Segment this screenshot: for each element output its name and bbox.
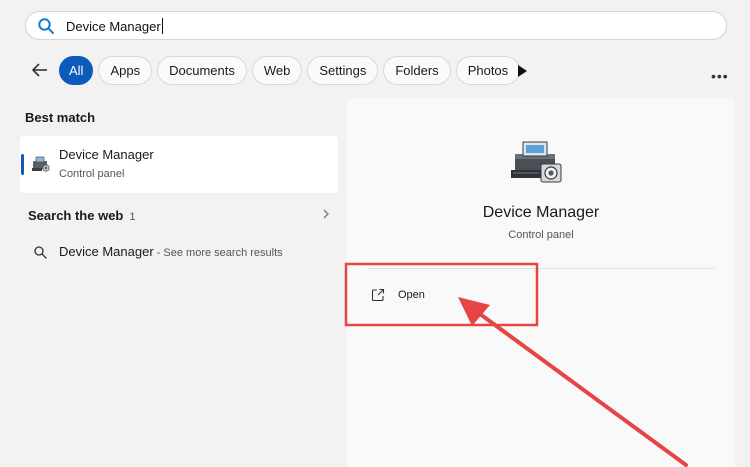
text-caret [161,18,163,34]
best-match-name: Device Manager [59,147,154,162]
web-result-name: Device Manager [59,244,154,259]
open-label: Open [398,289,425,301]
detail-title: Device Manager [482,204,600,221]
best-match-heading: Best match [25,110,96,125]
search-icon [38,18,54,34]
filter-tab-photos[interactable]: Photos [455,56,521,85]
back-arrow-icon[interactable] [30,60,50,80]
play-icon[interactable] [516,64,528,78]
web-result-hint: - See more search results [153,247,283,259]
filter-tab-web[interactable]: Web [251,56,303,85]
device-manager-icon [32,156,50,172]
filter-tab-all[interactable]: All [59,56,94,85]
filter-tabs: All Apps Documents Web Settings Folders … [59,56,521,85]
search-input[interactable]: Device Manager [66,18,163,34]
detail-pane: Device Manager Control panel Open [347,98,735,467]
device-manager-icon [511,141,562,183]
detail-subtitle: Control panel [508,229,574,241]
best-match-result[interactable]: Device Manager Control panel [20,136,338,193]
search-the-web-heading: Search the web 1 [28,208,136,223]
search-the-web-label: Search the web [28,208,124,223]
selection-indicator [21,154,24,175]
filter-tab-documents[interactable]: Documents [157,56,247,85]
filter-tab-settings[interactable]: Settings [307,56,379,85]
more-icon[interactable]: ••• [711,68,729,84]
web-result-count: 1 [129,211,136,223]
filter-tab-folders[interactable]: Folders [383,56,451,85]
search-icon [34,246,47,259]
filter-tab-apps[interactable]: Apps [98,56,153,85]
chevron-right-icon[interactable] [322,209,330,219]
best-match-type: Control panel [59,168,125,180]
external-link-icon [371,288,385,302]
search-box[interactable]: Device Manager [25,11,727,40]
divider [367,268,715,269]
